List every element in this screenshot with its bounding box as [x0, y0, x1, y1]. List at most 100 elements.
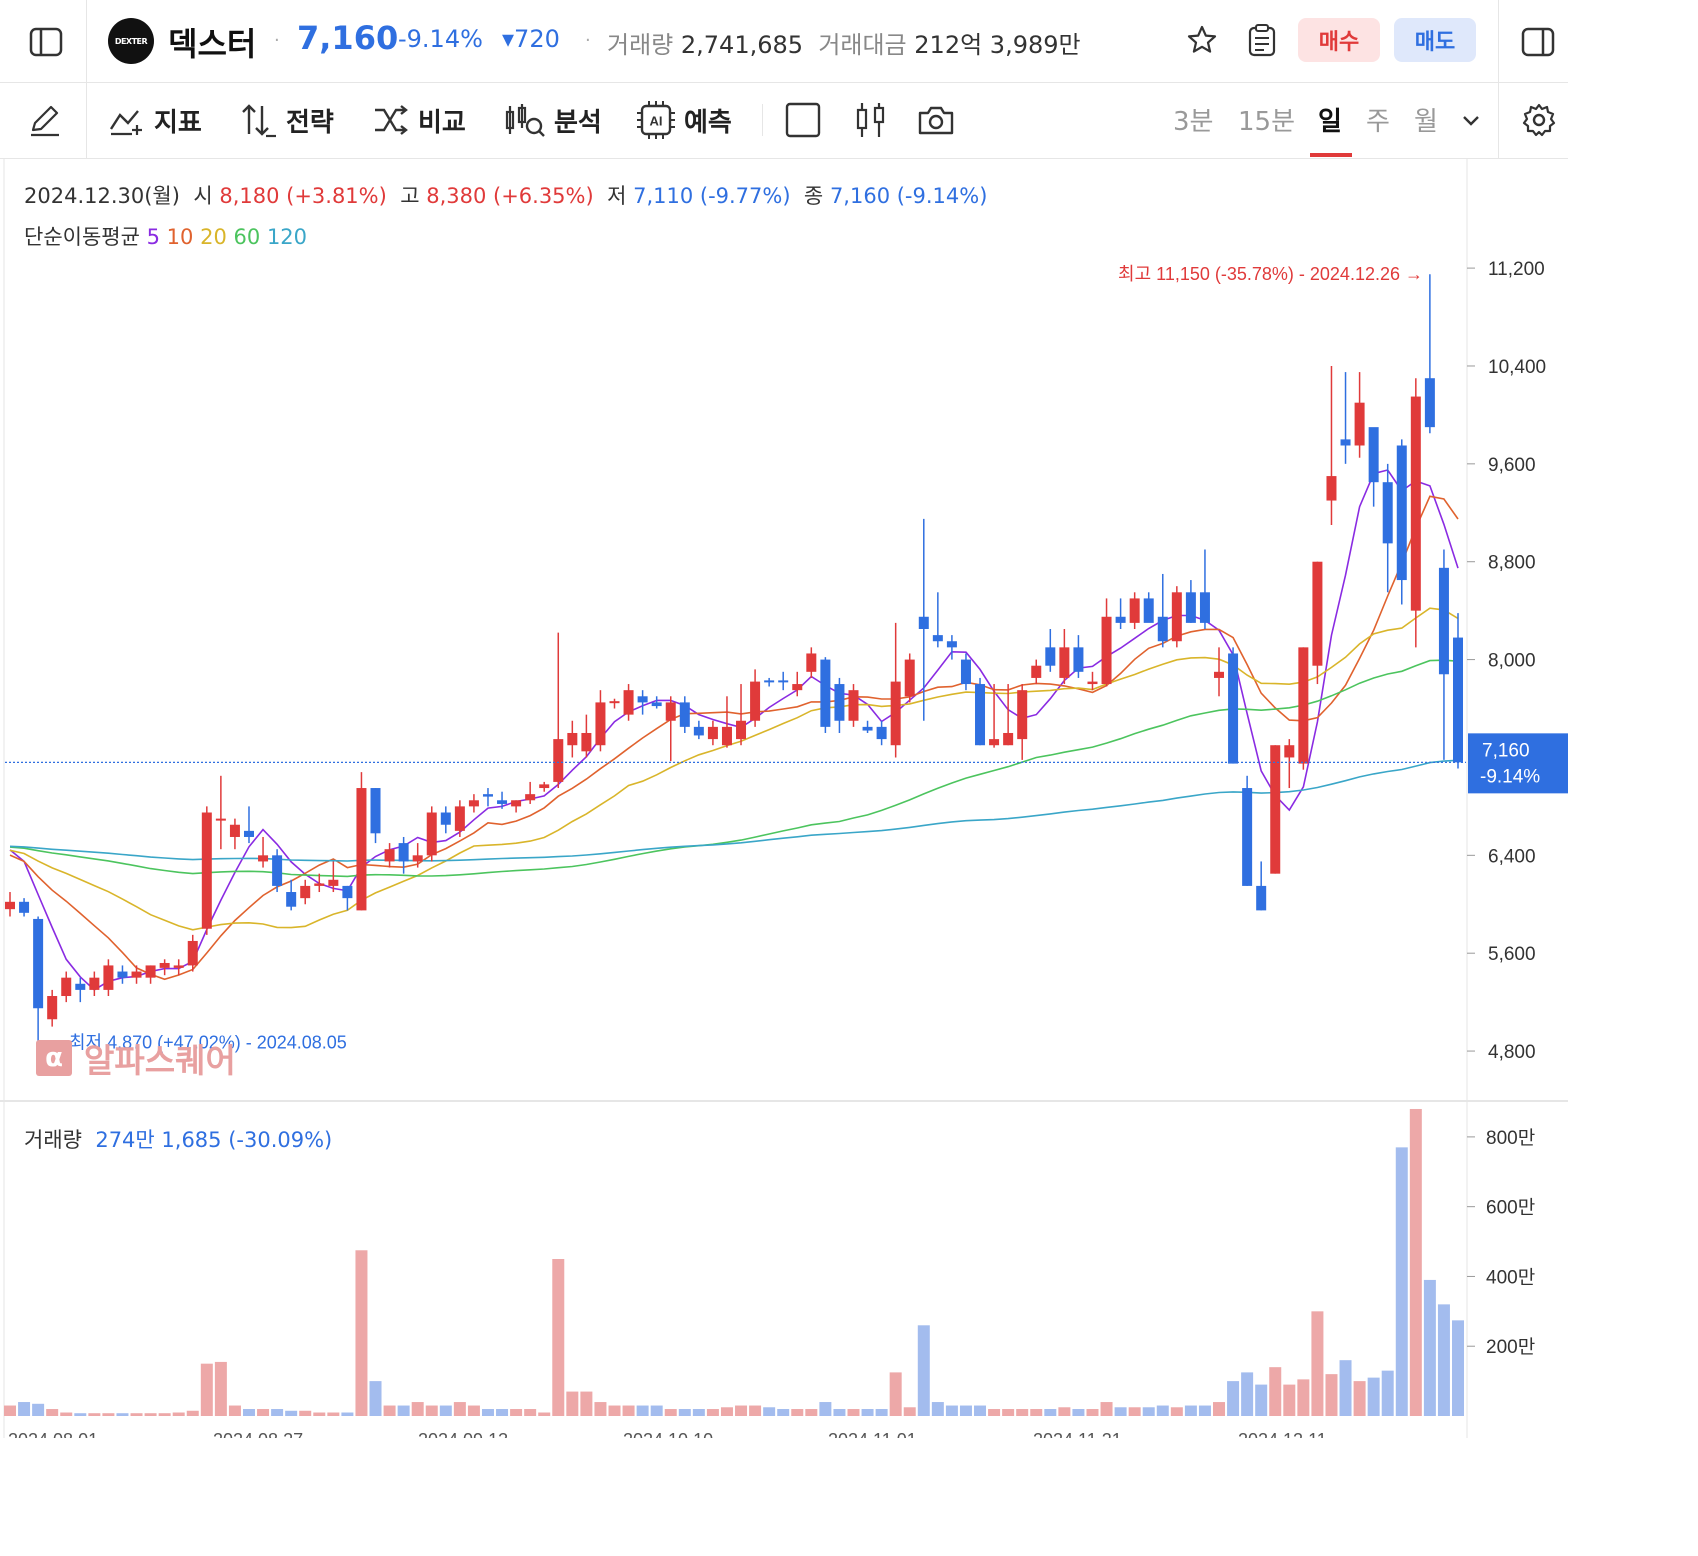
candle-body	[918, 616, 929, 629]
timeframe-3min[interactable]: 3분	[1173, 101, 1213, 138]
candle-body	[1298, 647, 1309, 764]
camera-icon[interactable]	[914, 100, 958, 140]
ohlc-high: 8,380 (+6.35%)	[426, 184, 594, 208]
candle-body	[215, 818, 226, 821]
candle-body	[1143, 598, 1154, 623]
candle-body	[750, 681, 761, 721]
candle	[1157, 573, 1168, 648]
candle-type-icon[interactable]	[850, 100, 892, 140]
candle	[960, 653, 971, 691]
timeframe-month[interactable]: 월	[1414, 101, 1438, 138]
candle-body	[834, 684, 845, 721]
candle-body	[595, 702, 606, 746]
candlestick-chart[interactable]: 11,200 10,400 9,600 8,800 8,000 6,400 5,600 4,8…	[0, 158, 1568, 1438]
volume-bar	[847, 1409, 860, 1416]
candle-body	[975, 684, 986, 746]
volume-legend: 거래량 274만 1,685 (-30.09%)	[24, 1128, 333, 1152]
x-date-label: 2024.11.01	[828, 1430, 917, 1438]
ohlc-date: 2024.12.30(월)	[24, 184, 180, 208]
volume-bar	[524, 1409, 537, 1416]
svg-text:AI: AI	[650, 114, 663, 129]
draw-pen-icon[interactable]	[24, 100, 66, 140]
candle-body	[525, 794, 536, 801]
ai-predict-tool[interactable]: AI 예측	[636, 100, 732, 140]
timeframe-week[interactable]: 주	[1366, 101, 1390, 138]
moving-average-legend[interactable]: 단순이동평균 5 10 20 60 120	[24, 221, 307, 251]
candle-body	[1157, 616, 1168, 642]
volume-bar	[130, 1413, 143, 1416]
volume-bar	[411, 1402, 424, 1416]
ma-60: 60	[233, 225, 261, 249]
compare-label: 비교	[418, 107, 466, 138]
timeframe-15min[interactable]: 15분	[1238, 101, 1295, 138]
candle-body	[1242, 788, 1253, 886]
candle-body	[412, 855, 423, 862]
volume-bar	[1156, 1405, 1169, 1416]
volume-bar	[959, 1405, 972, 1416]
volume-bar	[1367, 1377, 1380, 1416]
candle	[1129, 592, 1140, 629]
candle-body	[440, 812, 451, 825]
volume-bar	[481, 1409, 494, 1416]
settings-gear-icon[interactable]	[1518, 100, 1560, 140]
volume-tick-label: 600만	[1486, 1197, 1535, 1219]
volume-bar	[1339, 1360, 1352, 1416]
rectangle-draw-icon[interactable]	[782, 100, 824, 140]
candle-body	[47, 996, 58, 1020]
memo-icon[interactable]	[1242, 20, 1282, 60]
candle	[1171, 586, 1182, 648]
volume-bar	[1297, 1379, 1310, 1416]
candle-body	[848, 690, 859, 721]
ohlc-low: 7,110 (-9.77%)	[633, 184, 791, 208]
volume-bar	[903, 1407, 916, 1416]
candle-body	[33, 918, 44, 1009]
candle	[215, 775, 226, 850]
candle	[581, 714, 592, 758]
candle	[482, 788, 493, 807]
chevron-down-icon[interactable]	[1458, 108, 1484, 134]
candle-body	[5, 901, 15, 910]
candle	[1059, 629, 1070, 685]
sell-button[interactable]: 매도	[1394, 18, 1476, 62]
candle	[975, 677, 986, 746]
volume-bar	[608, 1405, 621, 1416]
star-icon[interactable]	[1182, 20, 1222, 60]
candle-body	[19, 901, 30, 913]
candle	[539, 781, 550, 792]
candle	[511, 800, 522, 813]
candle-body	[356, 788, 367, 911]
candle	[159, 959, 170, 976]
volume-bar	[1142, 1407, 1155, 1416]
buy-button[interactable]: 매수	[1298, 18, 1380, 62]
candle-body	[1228, 653, 1239, 764]
candle-body	[609, 701, 620, 704]
volume-bar	[974, 1405, 987, 1416]
candle-body	[1410, 396, 1421, 611]
strategy-tool[interactable]: 전략	[240, 100, 334, 140]
candle	[1073, 635, 1084, 678]
indicator-tool[interactable]: 지표	[108, 100, 202, 140]
compare-tool[interactable]: 비교	[372, 100, 466, 140]
candle-body	[342, 885, 353, 899]
candle	[693, 720, 704, 740]
volume-bar	[74, 1413, 87, 1416]
candle	[1410, 378, 1421, 648]
volume-bar	[1198, 1405, 1211, 1416]
x-date-label: 2024.12.11	[1238, 1430, 1327, 1438]
sidebar-toggle-icon[interactable]	[24, 20, 68, 64]
candle-body	[328, 879, 339, 886]
candle-body	[398, 843, 409, 862]
candle-body	[497, 800, 508, 804]
volume-bar	[1002, 1409, 1015, 1416]
candle	[764, 677, 775, 687]
candle	[567, 720, 578, 758]
volume-bar	[186, 1410, 199, 1416]
candle-body	[1368, 427, 1379, 483]
timeframe-day[interactable]: 일	[1318, 101, 1342, 138]
candle-body	[454, 806, 465, 831]
analysis-tool[interactable]: 분석	[504, 100, 602, 140]
right-panel-toggle-icon[interactable]	[1516, 20, 1560, 64]
candle-body	[61, 977, 72, 997]
company-logo: DEXTER	[108, 18, 154, 64]
candle	[1382, 463, 1393, 593]
